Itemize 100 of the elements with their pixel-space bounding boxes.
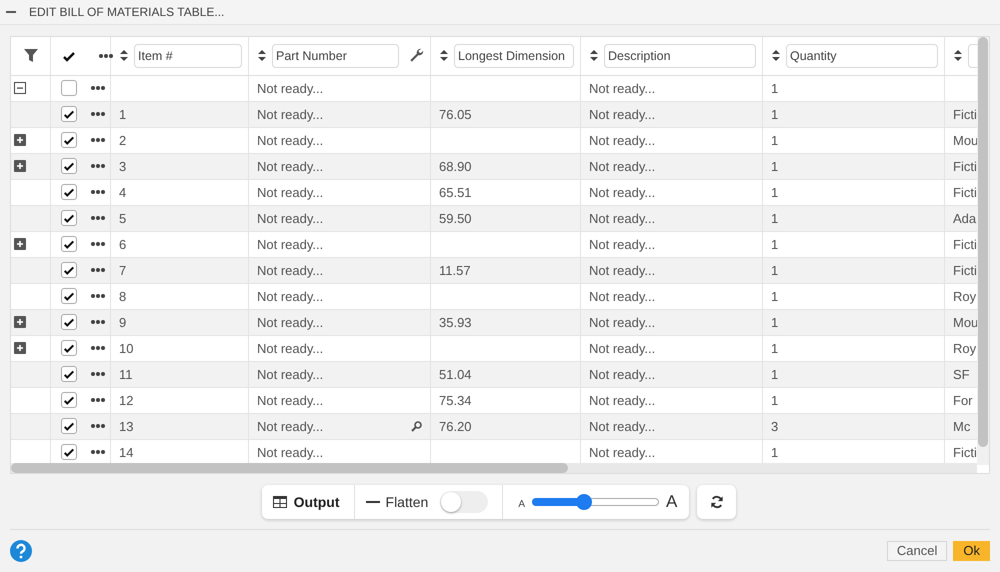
column-filter-field[interactable]: Quantity: [786, 44, 938, 68]
table-cell: Not ready...: [257, 262, 324, 278]
expand-icon[interactable]: [14, 134, 26, 146]
more-icon[interactable]: [91, 424, 105, 428]
row-checkbox[interactable]: [61, 366, 77, 382]
table-cell: 1: [771, 210, 778, 226]
expand-icon[interactable]: [14, 316, 26, 328]
horizontal-scrollbar[interactable]: [11, 463, 977, 473]
row-checkbox[interactable]: [61, 288, 77, 304]
row-checkbox[interactable]: [61, 444, 77, 460]
flatten-toggle[interactable]: [440, 491, 488, 513]
wrench-icon[interactable]: [409, 48, 424, 64]
cancel-button[interactable]: Cancel: [886, 540, 948, 560]
expand-icon[interactable]: [14, 342, 26, 354]
table-cell: Not ready...: [257, 106, 324, 122]
table-cell: 1: [119, 106, 126, 122]
sort-icon[interactable]: [258, 50, 266, 62]
table-cell: Ficti: [953, 184, 977, 200]
table-cell: 8: [119, 288, 126, 304]
output-button[interactable]: Output: [262, 485, 355, 519]
expand-icon[interactable]: [14, 160, 26, 172]
dash-icon: [366, 501, 380, 503]
sort-icon[interactable]: [120, 50, 128, 62]
more-icon[interactable]: [91, 138, 105, 142]
table-cell: Mou: [953, 132, 977, 148]
scrollbar-thumb[interactable]: [978, 37, 988, 447]
filter-icon[interactable]: [24, 49, 38, 62]
large-text-label: A: [666, 492, 678, 512]
more-icon[interactable]: [91, 450, 105, 454]
column-filter-field[interactable]: Item #: [134, 44, 242, 68]
row-checkbox[interactable]: [61, 392, 77, 408]
sort-icon[interactable]: [440, 50, 448, 62]
table-cell: Not ready...: [589, 392, 656, 408]
row-checkbox[interactable]: [61, 236, 77, 252]
row-checkbox[interactable]: [61, 262, 77, 278]
column-filter-field[interactable]: Longest Dimension: [454, 44, 574, 68]
row-checkbox[interactable]: [61, 418, 77, 434]
table-cell: Not ready...: [589, 80, 656, 96]
table-cell: Not ready...: [257, 184, 324, 200]
table-cell: Not ready...: [589, 106, 656, 122]
table-cell: 5: [119, 210, 126, 226]
row-checkbox[interactable]: [61, 210, 77, 226]
column-filter-field[interactable]: Description: [604, 44, 756, 68]
collapse-icon[interactable]: [14, 82, 26, 94]
more-icon[interactable]: [91, 346, 105, 350]
refresh-icon: [710, 495, 724, 509]
more-icon[interactable]: [91, 294, 105, 298]
table-cell: 11: [119, 366, 132, 382]
table-cell: 13: [119, 418, 134, 434]
more-icon[interactable]: [91, 112, 105, 116]
table-cell: Not ready...: [589, 132, 656, 148]
vertical-scrollbar[interactable]: [977, 37, 989, 465]
table-cell: Not ready...: [257, 418, 324, 434]
refresh-button[interactable]: [697, 485, 736, 519]
sort-icon[interactable]: [772, 50, 780, 62]
expand-icon[interactable]: [14, 238, 26, 250]
table-cell: 10: [119, 340, 134, 356]
slider-thumb[interactable]: [576, 494, 592, 510]
table-cell: 1: [771, 366, 778, 382]
row-checkbox[interactable]: [61, 158, 77, 174]
row-checkbox[interactable]: [61, 314, 77, 330]
row-checkbox[interactable]: [61, 132, 77, 148]
text-size-slider[interactable]: [532, 494, 659, 510]
more-icon[interactable]: [91, 398, 105, 402]
flatten-label: Flatten: [386, 494, 428, 510]
ok-button[interactable]: Ok: [953, 540, 990, 560]
table-cell: 59.50: [439, 210, 472, 226]
row-checkbox[interactable]: [61, 106, 77, 122]
more-icon[interactable]: [91, 372, 105, 376]
row-checkbox[interactable]: [61, 184, 77, 200]
table-cell: Ficti: [953, 106, 977, 122]
more-icon[interactable]: [91, 242, 105, 246]
table-cell: Not ready...: [589, 366, 656, 382]
table-cell: Not ready...: [257, 236, 324, 252]
sort-icon[interactable]: [954, 50, 962, 62]
table-cell: Not ready...: [589, 314, 656, 330]
check-icon: [62, 160, 76, 172]
scrollbar-thumb[interactable]: [11, 463, 568, 473]
search-icon[interactable]: [411, 420, 422, 432]
more-icon[interactable]: [91, 164, 105, 168]
check-icon: [62, 316, 76, 328]
help-icon[interactable]: [10, 540, 32, 562]
more-icon[interactable]: [99, 54, 113, 58]
table-cell: Roy: [953, 288, 976, 304]
column-filter-field[interactable]: Part Number: [272, 44, 399, 68]
row-checkbox[interactable]: [61, 80, 77, 96]
table-cell: Ficti: [953, 444, 977, 460]
table-cell: 75.34: [439, 392, 472, 408]
table-icon: [272, 496, 287, 508]
table-cell: Not ready...: [257, 132, 324, 148]
table-cell: Mc: [953, 418, 970, 434]
sort-icon[interactable]: [590, 50, 598, 62]
more-icon[interactable]: [91, 320, 105, 324]
more-icon[interactable]: [91, 268, 105, 272]
more-icon[interactable]: [91, 190, 105, 194]
table-cell: 7: [119, 262, 126, 278]
row-checkbox[interactable]: [61, 340, 77, 356]
more-icon[interactable]: [91, 216, 105, 220]
table-cell: 9: [119, 314, 126, 330]
more-icon[interactable]: [91, 86, 105, 90]
